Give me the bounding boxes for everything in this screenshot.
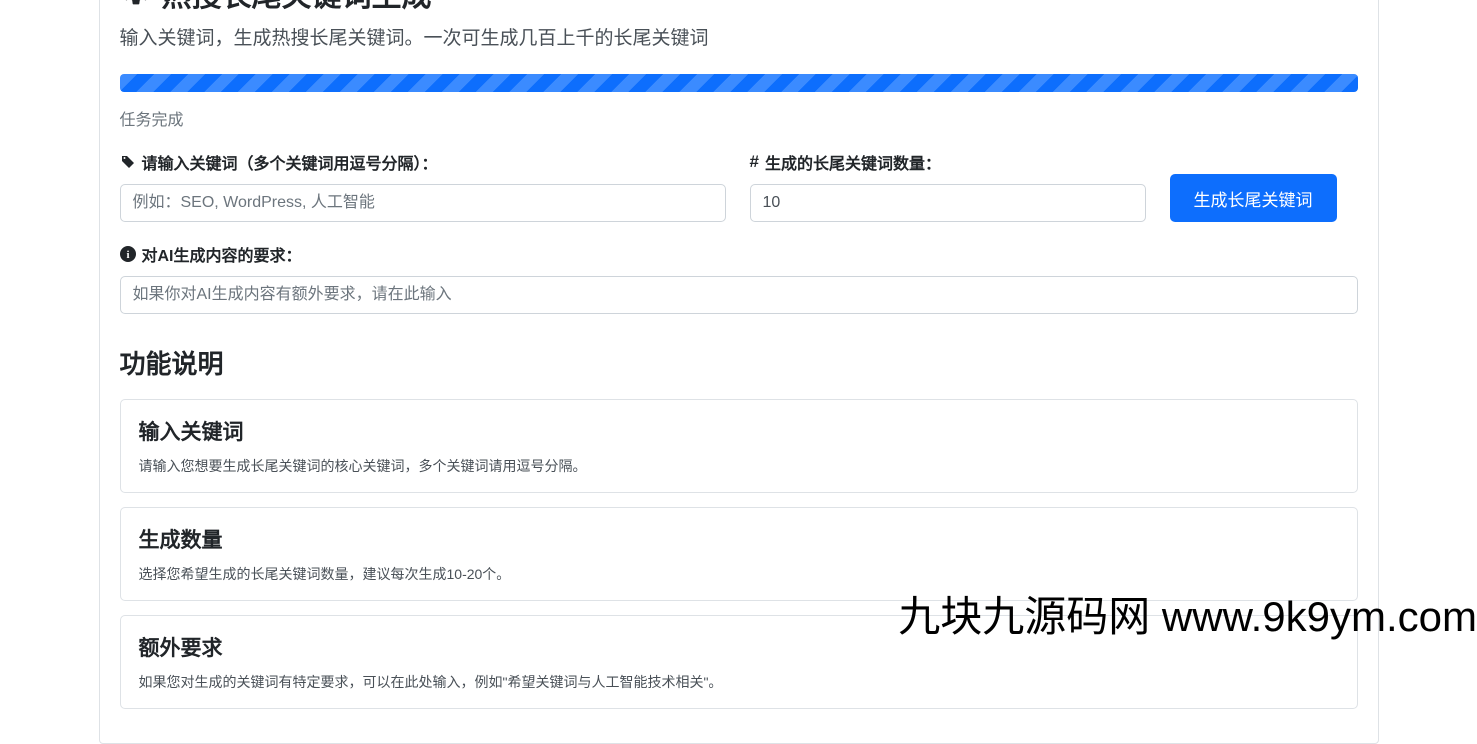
- keyword-label: 请输入关键词（多个关键词用逗号分隔）：: [120, 150, 726, 174]
- info-card: 输入关键词 请输入您想要生成长尾关键词的核心关键词，多个关键词请用逗号分隔。: [120, 399, 1358, 493]
- info-card-desc: 选择您希望生成的长尾关键词数量，建议每次生成10-20个。: [139, 564, 1339, 584]
- info-card-title: 生成数量: [139, 524, 1339, 554]
- info-card: 生成数量 选择您希望生成的长尾关键词数量，建议每次生成10-20个。: [120, 507, 1358, 601]
- count-input[interactable]: [750, 184, 1146, 222]
- requirement-label: i 对AI生成内容的要求：: [120, 242, 1358, 266]
- info-card-title: 输入关键词: [139, 416, 1339, 446]
- generate-button[interactable]: 生成长尾关键词: [1170, 174, 1337, 222]
- keyword-input[interactable]: [120, 184, 726, 222]
- progress-bar: [120, 74, 1358, 92]
- tag-icon: [120, 154, 136, 170]
- page-title: 热搜长尾关键词生成: [162, 0, 432, 15]
- info-icon: i: [120, 246, 136, 262]
- info-card-title: 额外要求: [139, 632, 1339, 662]
- page-subtitle: 输入关键词，生成热搜长尾关键词。一次可生成几百上千的长尾关键词: [120, 23, 1358, 50]
- svg-text:i: i: [126, 249, 129, 261]
- requirement-input[interactable]: [120, 276, 1358, 314]
- section-title: 功能说明: [120, 344, 1358, 381]
- hash-icon: #: [750, 152, 759, 172]
- info-card: 额外要求 如果您对生成的关键词有特定要求，可以在此处输入，例如"希望关键词与人工…: [120, 615, 1358, 709]
- status-text: 任务完成: [120, 106, 1358, 130]
- info-card-desc: 请输入您想要生成长尾关键词的核心关键词，多个关键词请用逗号分隔。: [139, 456, 1339, 476]
- gear-icon: [120, 0, 152, 12]
- info-card-desc: 如果您对生成的关键词有特定要求，可以在此处输入，例如"希望关键词与人工智能技术相…: [139, 672, 1339, 692]
- count-label: # 生成的长尾关键词数量：: [750, 150, 1146, 174]
